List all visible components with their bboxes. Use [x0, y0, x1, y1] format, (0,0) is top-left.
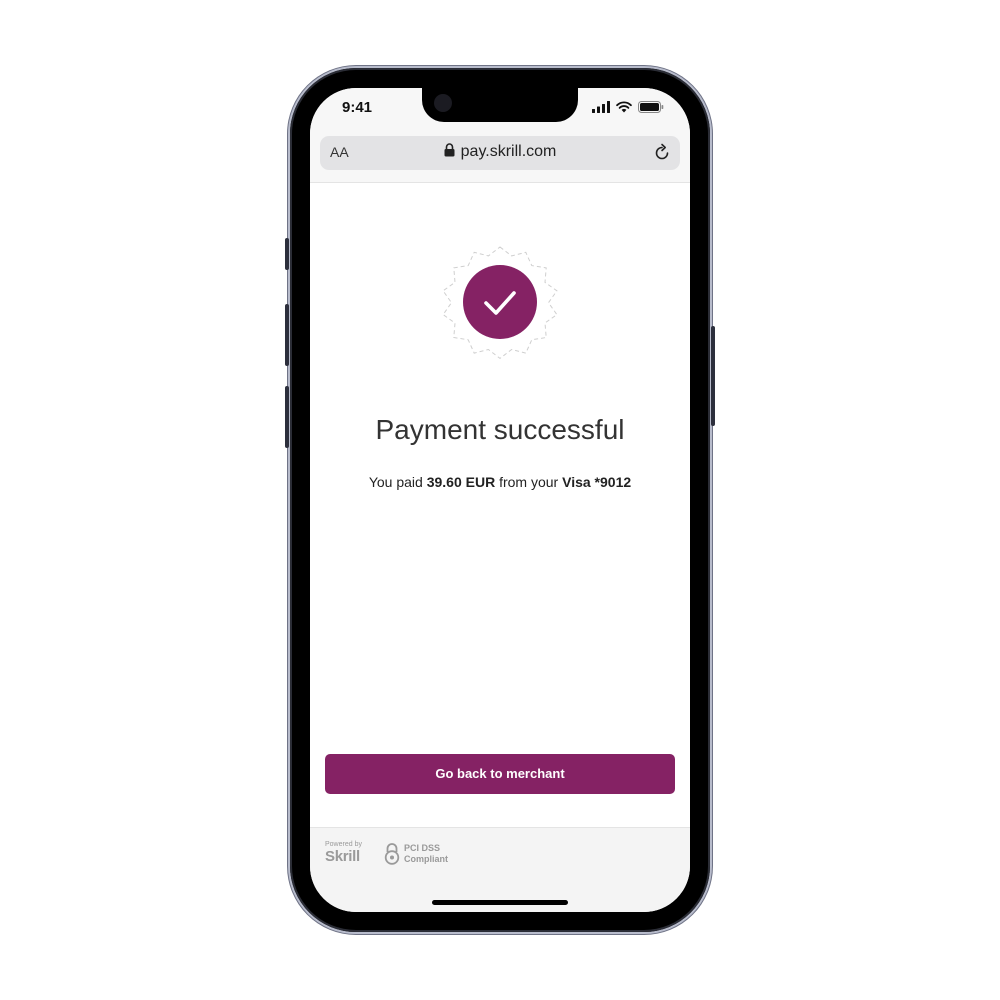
lock-icon: [444, 143, 455, 157]
padlock-icon: [384, 843, 400, 865]
powered-by-skrill-logo: Powered by Skrill: [325, 841, 362, 865]
power-button: [711, 326, 715, 426]
phone-screen: 9:41 AA pay.skrill.com Payment successfu…: [310, 88, 690, 912]
paid-middle: from your: [495, 474, 563, 490]
wifi-icon: [616, 101, 632, 113]
skrill-brand-text: Skrill: [325, 848, 360, 865]
check-circle: [463, 265, 537, 339]
pci-text: PCI DSS Compliant: [404, 843, 448, 865]
pci-line-2: Compliant: [404, 854, 448, 864]
payment-summary: You paid 39.60 EUR from your Visa *9012: [310, 474, 690, 490]
phone-frame: 9:41 AA pay.skrill.com Payment successfu…: [285, 68, 715, 932]
pci-line-1: PCI DSS: [404, 843, 441, 853]
signal-icon: [592, 101, 610, 113]
notch: [422, 88, 578, 122]
browser-toolbar: AA pay.skrill.com: [310, 132, 690, 183]
footer: Powered by Skrill PCI DSS Compliant: [310, 827, 690, 912]
volume-up-button: [285, 304, 289, 366]
silent-switch: [285, 238, 289, 270]
battery-icon: [638, 101, 664, 113]
page-stage: 9:41 AA pay.skrill.com Payment successfu…: [0, 0, 1000, 1000]
card-label: Visa *9012: [562, 474, 632, 490]
success-badge: [442, 246, 558, 360]
paid-prefix: You paid: [368, 474, 427, 490]
go-back-to-merchant-button[interactable]: Go back to merchant: [325, 754, 675, 794]
status-icons: [592, 100, 664, 114]
home-indicator[interactable]: [432, 900, 568, 905]
address-bar[interactable]: AA pay.skrill.com: [320, 136, 680, 170]
url-text: pay.skrill.com: [460, 143, 557, 160]
page-title: Payment successful: [375, 414, 625, 445]
front-camera: [434, 94, 452, 112]
reload-icon[interactable]: [652, 143, 672, 163]
url-display[interactable]: pay.skrill.com: [320, 143, 680, 161]
volume-down-button: [285, 386, 289, 448]
status-bar: 9:41: [310, 88, 690, 132]
pci-dss-badge: PCI DSS Compliant: [384, 842, 448, 866]
paid-amount: 39.60 EUR: [426, 474, 496, 490]
status-time: 9:41: [342, 99, 373, 116]
